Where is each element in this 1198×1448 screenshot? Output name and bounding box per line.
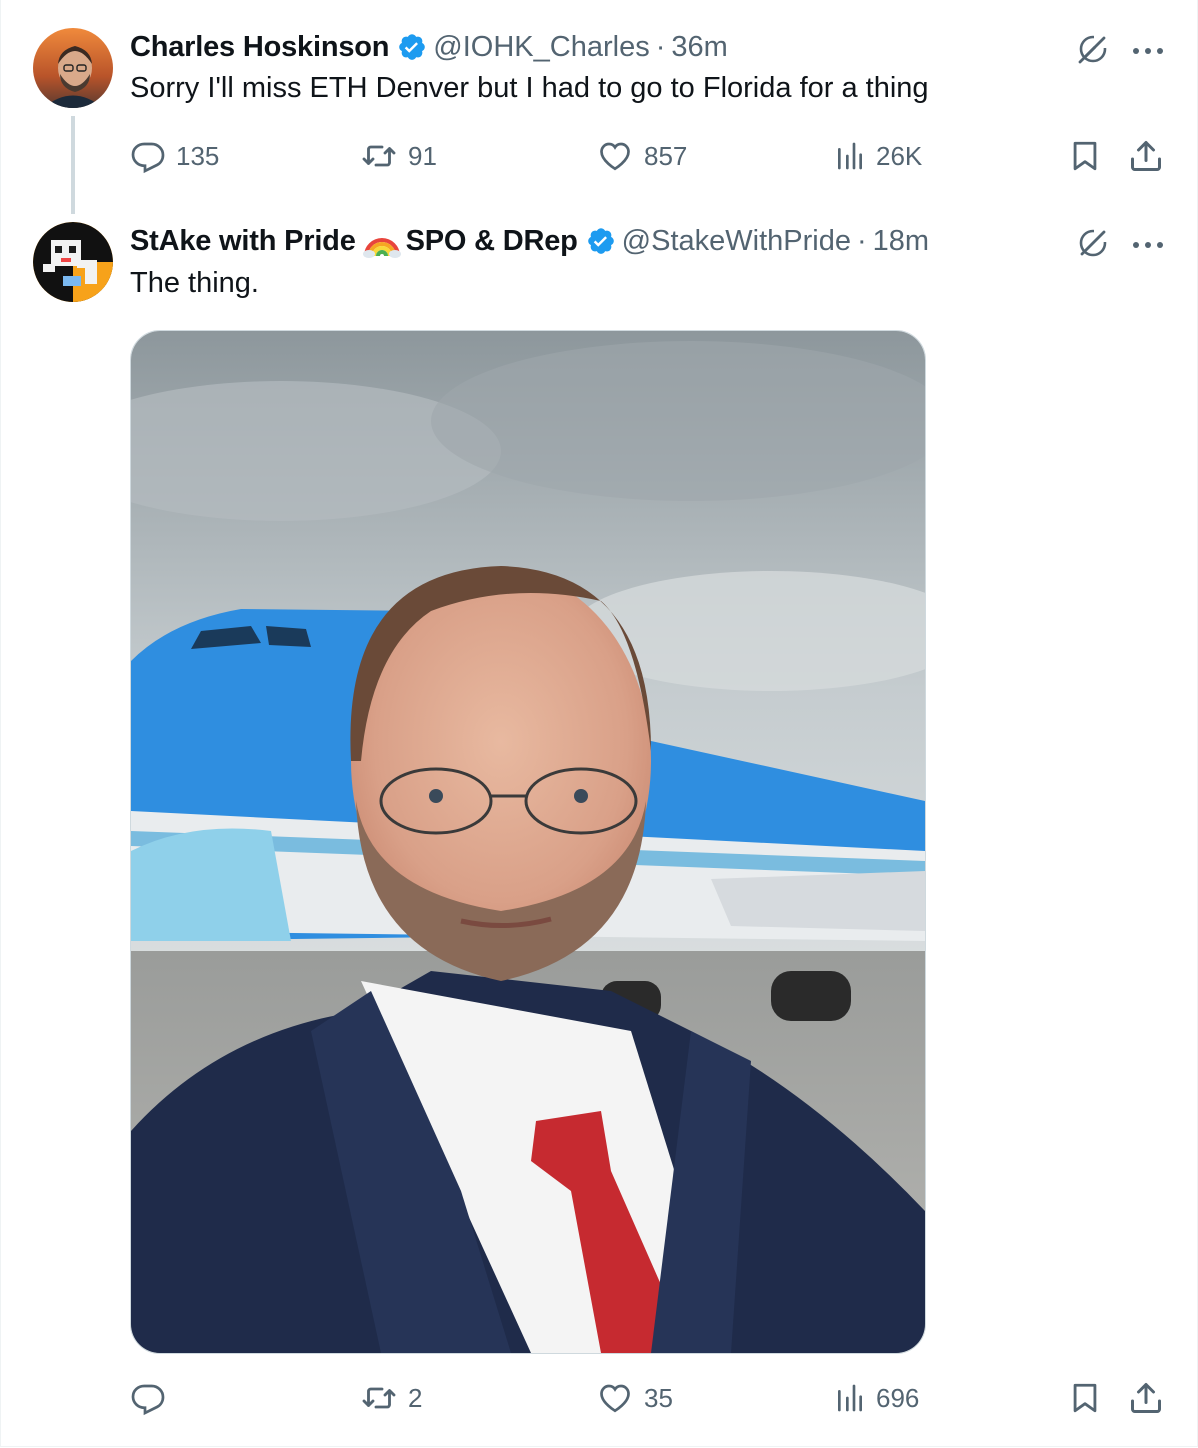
more-icon[interactable] xyxy=(1132,237,1164,255)
reply-icon xyxy=(130,138,166,174)
share-button[interactable] xyxy=(1128,1376,1164,1420)
like-button[interactable]: 35 xyxy=(596,1376,673,1420)
avatar-stakewithpride[interactable] xyxy=(33,222,113,302)
separator-dot: · xyxy=(655,30,666,63)
rainbow-emoji xyxy=(362,224,402,258)
like-count: 35 xyxy=(644,1382,673,1413)
tweet-timestamp[interactable]: 18m xyxy=(873,225,929,258)
reply-button[interactable] xyxy=(130,1376,176,1420)
author-handle[interactable]: @IOHK_Charles xyxy=(433,31,649,64)
tweet-1-text: Sorry I'll miss ETH Denver but I had to … xyxy=(130,72,929,104)
repost-button[interactable]: 2 xyxy=(360,1376,422,1420)
repost-icon xyxy=(360,138,398,174)
like-count: 857 xyxy=(644,140,688,171)
bookmark-icon xyxy=(1068,138,1102,174)
grok-icon[interactable] xyxy=(1074,224,1112,267)
reply-count: 135 xyxy=(176,140,220,171)
bookmark-button[interactable] xyxy=(1068,134,1102,178)
author-name[interactable]: Charles Hoskinson xyxy=(130,31,389,64)
thread-connector-line xyxy=(71,116,75,214)
tweet-1-top-actions xyxy=(1074,30,1164,73)
separator-dot: · xyxy=(856,224,867,257)
repost-button[interactable]: 91 xyxy=(360,134,437,178)
author-handle[interactable]: @StakeWithPride xyxy=(622,225,851,258)
tweet-2-header: StAke with Pride SPO & DRep @StakeWithPr… xyxy=(130,221,929,261)
views-button[interactable]: 26K xyxy=(834,134,922,178)
tweet-1-actions: 135 91 857 26K xyxy=(130,134,1170,178)
verified-badge-icon xyxy=(397,32,427,62)
views-icon xyxy=(834,1381,866,1415)
bookmark-button[interactable] xyxy=(1068,1376,1102,1420)
more-icon[interactable] xyxy=(1132,43,1164,61)
tweet-photo[interactable] xyxy=(130,330,926,1354)
views-icon xyxy=(834,139,866,173)
tweet-2-actions: 2 35 696 xyxy=(130,1376,1170,1420)
tweet-2-text: The thing. xyxy=(130,267,259,299)
reply-button[interactable]: 135 xyxy=(130,134,219,178)
author-name-suffix[interactable]: SPO & DRep xyxy=(406,225,578,258)
tweet-timestamp[interactable]: 36m xyxy=(671,31,727,64)
share-button[interactable] xyxy=(1128,134,1164,178)
like-icon xyxy=(596,1380,634,1416)
repost-count: 2 xyxy=(408,1382,423,1413)
views-count: 696 xyxy=(876,1382,920,1413)
like-icon xyxy=(596,138,634,174)
views-button[interactable]: 696 xyxy=(834,1376,919,1420)
tweet-2-top-actions xyxy=(1074,224,1164,267)
share-icon xyxy=(1128,1380,1164,1416)
avatar-charles[interactable] xyxy=(33,28,113,108)
grok-icon[interactable] xyxy=(1074,30,1112,73)
verified-badge-icon xyxy=(586,226,616,256)
repost-icon xyxy=(360,1380,398,1416)
reply-icon xyxy=(130,1380,166,1416)
author-name[interactable]: StAke with Pride xyxy=(130,225,356,258)
bookmark-icon xyxy=(1068,1380,1102,1416)
tweet-1-header: Charles Hoskinson @IOHK_Charles · 36m xyxy=(130,27,728,67)
share-icon xyxy=(1128,138,1164,174)
views-count: 26K xyxy=(876,140,923,171)
like-button[interactable]: 857 xyxy=(596,134,687,178)
repost-count: 91 xyxy=(408,140,437,171)
